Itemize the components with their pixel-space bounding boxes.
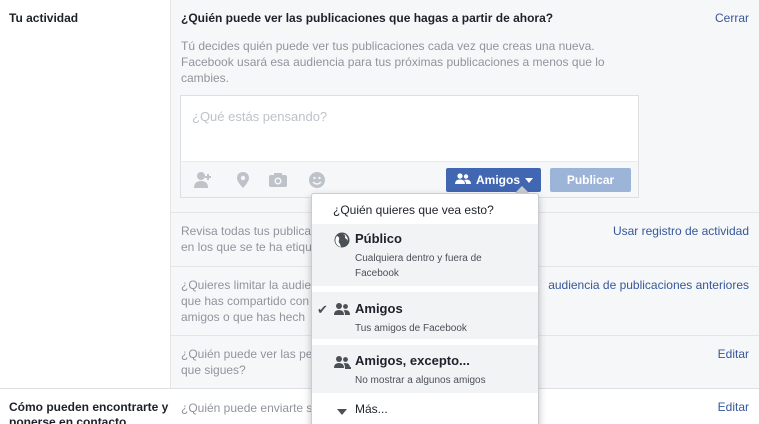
friends-except-icon [334, 355, 351, 371]
audience-option-friends[interactable]: ✔ Amigos Tus amigos de Facebook [312, 292, 538, 339]
option-title: Amigos, excepto... [355, 353, 470, 368]
section-label-activity: Tu actividad [9, 11, 79, 25]
follow-text-2: que sigues? [181, 363, 246, 377]
limit-text-3: amigos o que has hech [181, 310, 306, 324]
composer-placeholder: ¿Qué estás pensando? [192, 109, 328, 124]
option-title: Más... [355, 402, 388, 416]
panel-title: ¿Quién puede ver las publicaciones que h… [181, 11, 554, 25]
panel-description: Tú decides quién puede ver tus publicaci… [181, 39, 605, 85]
option-title: Amigos [355, 301, 403, 316]
location-icon[interactable] [233, 171, 253, 189]
follow-text-1: ¿Quién puede ver las pe [181, 347, 313, 361]
activity-log-link[interactable]: Usar registro de actividad [613, 224, 749, 238]
review-text-1: Revisa todas tus publica [181, 224, 312, 238]
option-subtitle: No mostrar a algunos amigos [355, 375, 486, 386]
option-title: Público [355, 231, 402, 246]
section-label-find-contact: Cómo pueden encontrarte y [9, 400, 169, 414]
limit-past-posts-link[interactable]: audiencia de publicaciones anteriores [548, 278, 749, 292]
review-text-2: en los que se te ha etiqu [181, 240, 312, 254]
section-label-find-contact-2: ponerse en contacto [9, 415, 127, 424]
tag-friends-icon[interactable] [193, 171, 213, 189]
edit-follow-link[interactable]: Editar [718, 347, 749, 361]
emoji-icon[interactable] [307, 171, 327, 189]
friends-icon [334, 302, 350, 318]
checkmark-icon: ✔ [317, 302, 328, 317]
friends-icon [455, 172, 471, 188]
audience-option-friends-except[interactable]: Amigos, excepto... No mostrar a algunos … [312, 345, 538, 393]
requests-text-1: ¿Quién puede enviarte s [181, 401, 313, 415]
audience-dropdown: ¿Quién quieres que vea esto? Público Cua… [311, 193, 539, 424]
publish-button[interactable]: Publicar [550, 168, 631, 192]
close-link[interactable]: Cerrar [715, 11, 749, 25]
limit-text-2: que has compartido con [181, 294, 310, 308]
chevron-down-icon [525, 177, 534, 183]
audience-option-more[interactable]: Más... [312, 397, 538, 423]
audience-option-public[interactable]: Público Cualquiera dentro y fuera de Fac… [312, 224, 538, 286]
edit-requests-link[interactable]: Editar [718, 400, 749, 414]
post-composer[interactable]: ¿Qué estás pensando? [180, 95, 639, 161]
globe-icon [334, 232, 350, 248]
limit-text-1: ¿Quieres limitar la audie [181, 278, 312, 292]
camera-icon[interactable] [268, 171, 288, 189]
audience-selector-label: Amigos [476, 173, 521, 187]
option-subtitle: Tus amigos de Facebook [355, 323, 467, 334]
option-subtitle: Cualquiera dentro y fuera de Facebook [355, 253, 482, 279]
triangle-down-icon [337, 405, 353, 421]
dropdown-header: ¿Quién quieres que vea esto? [333, 203, 494, 217]
